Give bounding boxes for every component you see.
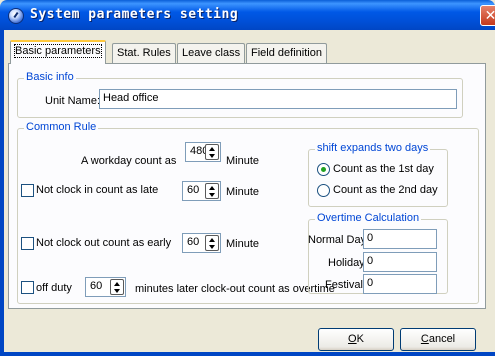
- basic-info-group-label: Basic info: [24, 71, 76, 83]
- app-icon: [8, 8, 24, 24]
- common-rule-group-label: Common Rule: [24, 121, 99, 133]
- count-as-2nd-day-radio[interactable]: [317, 184, 330, 197]
- overtime-calculation-group: Overtime Calculation Normal Day 0 Holida…: [308, 212, 448, 294]
- not-clock-out-label: Not clock out count as early: [36, 237, 172, 249]
- not-clock-in-value: 60: [187, 184, 200, 196]
- cancel-mnemonic: C: [420, 333, 429, 345]
- off-duty-value: 60: [90, 280, 103, 292]
- ok-mnemonic: O: [348, 333, 357, 345]
- count-as-1st-day-radio[interactable]: [317, 163, 330, 176]
- workday-spinner[interactable]: 480: [185, 142, 221, 162]
- tab-basic-parameters[interactable]: Basic parameters: [10, 40, 106, 64]
- not-clock-out-checkbox[interactable]: [21, 237, 34, 250]
- holiday-label: Holiday: [328, 257, 365, 269]
- spin-arrows-icon[interactable]: [205, 183, 219, 199]
- cancel-label-rest: ancel: [428, 333, 456, 345]
- off-duty-suffix: minutes later clock-out count as overtim…: [135, 283, 335, 295]
- shift-expands-group-label: shift expands two days: [315, 142, 431, 154]
- holiday-input[interactable]: 0: [363, 252, 437, 272]
- basic-parameters-panel: Basic info Unit Name: Head office Common…: [8, 63, 486, 309]
- off-duty-checkbox[interactable]: [21, 281, 34, 294]
- basic-info-group: Basic info Unit Name: Head office: [17, 71, 463, 118]
- cancel-button[interactable]: Cancel: [400, 328, 476, 351]
- not-clock-out-value: 60: [187, 236, 200, 248]
- workday-unit: Minute: [226, 155, 260, 167]
- festival-label: Festival: [325, 279, 363, 291]
- count-as-1st-day-label: Count as the 1st day: [333, 163, 434, 175]
- spin-arrows-icon[interactable]: [205, 235, 219, 251]
- tab-stat-rules-label: Stat. Rules: [117, 47, 171, 59]
- tab-leave-class-label: Leave class: [182, 47, 241, 59]
- unit-name-label: Unit Name:: [45, 95, 101, 107]
- not-clock-in-checkbox[interactable]: [21, 184, 34, 197]
- common-rule-group: Common Rule A workday count as 480 Minut…: [17, 121, 479, 304]
- tab-field-definition-label: Field definition: [251, 47, 322, 59]
- window-frame-left: [0, 30, 4, 356]
- not-clock-out-spinner[interactable]: 60: [182, 233, 221, 253]
- not-clock-in-unit: Minute: [226, 186, 260, 198]
- window-title: System parameters setting: [30, 7, 239, 22]
- tab-leave-class[interactable]: Leave class: [177, 43, 246, 63]
- tab-stat-rules[interactable]: Stat. Rules: [112, 43, 176, 63]
- not-clock-out-unit: Minute: [226, 238, 260, 250]
- normal-day-input[interactable]: 0: [363, 229, 437, 249]
- spin-arrows-icon[interactable]: [110, 279, 124, 295]
- tab-basic-parameters-label: Basic parameters: [14, 44, 102, 58]
- ok-label-rest: K: [356, 333, 364, 345]
- spin-arrows-icon[interactable]: [205, 144, 219, 160]
- window-frame-bottom: [0, 352, 495, 356]
- workday-label: A workday count as: [81, 155, 177, 167]
- overtime-calculation-group-label: Overtime Calculation: [315, 212, 422, 224]
- not-clock-in-label: Not clock in count as late: [36, 184, 159, 196]
- ok-button[interactable]: OK: [318, 328, 394, 351]
- count-as-2nd-day-label: Count as the 2nd day: [333, 184, 438, 196]
- close-button[interactable]: ✕: [480, 5, 495, 26]
- off-duty-label: off duty: [36, 282, 72, 294]
- not-clock-in-spinner[interactable]: 60: [182, 181, 221, 201]
- tab-field-definition[interactable]: Field definition: [246, 43, 327, 63]
- off-duty-spinner[interactable]: 60: [85, 277, 126, 297]
- unit-name-input[interactable]: Head office: [99, 89, 457, 109]
- normal-day-label: Normal Day: [308, 234, 367, 246]
- shift-expands-group: shift expands two days Count as the 1st …: [308, 142, 448, 207]
- festival-input[interactable]: 0: [363, 274, 437, 294]
- title-bar: System parameters setting ✕: [0, 0, 495, 30]
